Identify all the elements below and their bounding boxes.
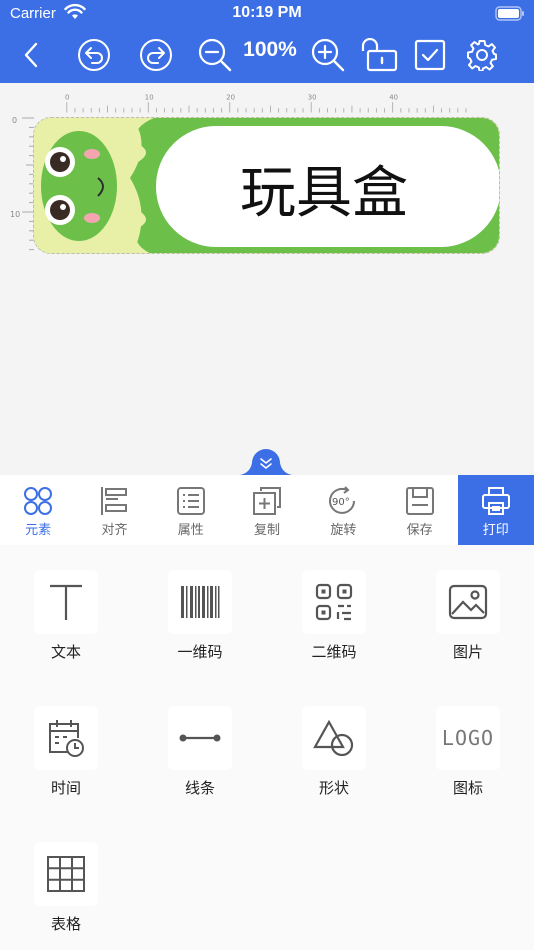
- ruler-label-v10: 10: [10, 210, 20, 219]
- function-tab-bar: 元素 对齐 属性 复制 90° 旋转 保存 打印: [0, 475, 534, 545]
- element-image[interactable]: 图片: [435, 570, 501, 662]
- rotate-icon: 90°: [329, 486, 356, 514]
- zoom-out-icon: [198, 38, 232, 72]
- element-shape[interactable]: 形状: [301, 706, 367, 798]
- settings-button[interactable]: [464, 37, 500, 73]
- battery-icon: [495, 6, 524, 21]
- shape-icon: [313, 719, 354, 757]
- tab-save[interactable]: 保存: [381, 475, 457, 545]
- element-label: 形状: [318, 779, 349, 797]
- unlock-icon: [361, 38, 398, 72]
- tab-copy[interactable]: 复制: [229, 475, 305, 545]
- tab-label: 保存: [406, 523, 433, 538]
- label-canvas[interactable]: 玩具盒: [33, 117, 500, 254]
- element-label: 图片: [452, 643, 483, 661]
- redo-button[interactable]: [138, 37, 174, 73]
- time-icon: [49, 720, 84, 757]
- zoom-in-icon: [311, 38, 345, 72]
- tab-properties[interactable]: 属性: [153, 475, 229, 545]
- undo-button[interactable]: [76, 37, 112, 73]
- redo-icon: [140, 39, 172, 71]
- element-label: 二维码: [311, 643, 357, 661]
- tab-rotate[interactable]: 90° 旋转: [305, 475, 381, 545]
- element-label: 线条: [184, 779, 215, 797]
- tab-align[interactable]: 对齐: [76, 475, 152, 545]
- top-bar: Carrier 10:19 PM 100%: [0, 0, 534, 83]
- tab-label: 复制: [254, 523, 281, 538]
- ruler-label-20: 20: [226, 94, 235, 102]
- element-table[interactable]: 表格: [33, 842, 99, 934]
- gear-icon: [467, 40, 497, 71]
- align-icon: [101, 487, 128, 515]
- element-label: 一维码: [177, 643, 223, 661]
- text-icon: [50, 584, 82, 620]
- confirm-button[interactable]: [413, 37, 447, 73]
- save-icon: [405, 487, 434, 515]
- printer-icon: [481, 487, 510, 515]
- horizontal-ruler: 0 10 20 30 40: [65, 94, 467, 113]
- checkbox-icon: [414, 39, 446, 71]
- element-qrcode[interactable]: 二维码: [301, 570, 367, 662]
- undo-icon: [78, 39, 110, 71]
- copy-icon: [253, 487, 282, 515]
- ruler-label-0: 0: [65, 94, 69, 102]
- element-logo[interactable]: LOGO 图标: [435, 706, 501, 798]
- print-button[interactable]: 打印: [457, 475, 534, 545]
- properties-icon: [176, 487, 205, 515]
- element-text[interactable]: 文本: [33, 570, 99, 662]
- chevron-left-icon: [24, 42, 38, 68]
- element-time[interactable]: 时间: [33, 706, 99, 798]
- back-button[interactable]: [16, 37, 46, 73]
- lock-button[interactable]: [360, 37, 398, 73]
- clock: 10:19 PM: [232, 4, 302, 21]
- table-icon: [47, 856, 85, 892]
- tab-label: 旋转: [330, 523, 357, 538]
- tab-label: 打印: [482, 523, 509, 538]
- status-bar: Carrier 10:19 PM: [0, 0, 534, 28]
- elements-panel: 文本 一维码 二维码 图片 时间 线条 形状 LOGO 图标 表格: [0, 545, 534, 950]
- image-icon: [448, 584, 488, 620]
- elements-icon: [24, 487, 53, 515]
- element-label: 表格: [50, 915, 81, 933]
- vertical-ruler: 0 10: [10, 116, 34, 251]
- element-line[interactable]: 线条: [167, 706, 233, 798]
- ruler-label-30: 30: [308, 94, 317, 102]
- tab-label: 属性: [177, 523, 204, 538]
- zoom-out-button[interactable]: [196, 37, 234, 73]
- ruler-label-v0: 0: [12, 116, 17, 125]
- zoom-level: 100%: [243, 38, 297, 61]
- barcode-icon: [181, 586, 220, 618]
- collapse-panel-button[interactable]: [240, 443, 292, 475]
- zoom-in-button[interactable]: [309, 37, 347, 73]
- qrcode-icon: [315, 583, 353, 621]
- element-label: 图标: [452, 779, 483, 797]
- tab-label: 元素: [25, 523, 52, 538]
- tab-label: 对齐: [101, 523, 128, 538]
- rotate-degree-label: 90°: [332, 497, 350, 508]
- element-label: 文本: [50, 643, 81, 661]
- element-label: 时间: [50, 779, 81, 797]
- tab-elements[interactable]: 元素: [0, 475, 76, 545]
- ruler-label-10: 10: [145, 94, 154, 102]
- label-text-element[interactable]: 玩具盒: [154, 162, 494, 226]
- logo-icon: LOGO: [441, 726, 495, 750]
- ruler-label-40: 40: [389, 94, 398, 102]
- element-barcode[interactable]: 一维码: [167, 570, 233, 662]
- line-icon: [179, 734, 221, 742]
